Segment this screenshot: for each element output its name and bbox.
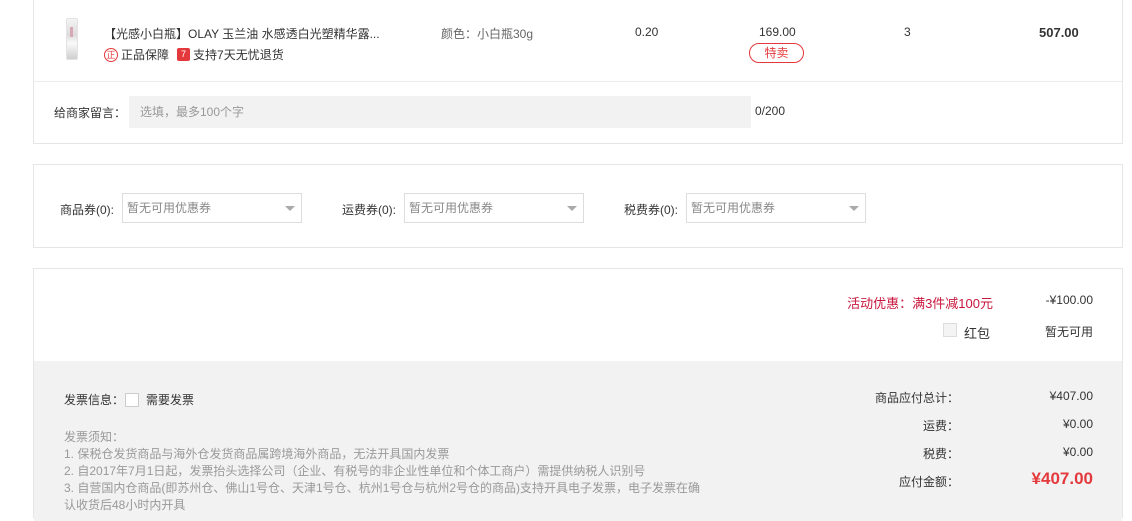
- genuine-icon: 正: [104, 47, 118, 62]
- seven-day-return-icon: 7: [177, 48, 191, 61]
- invoice-note-line: 2. 自2017年7月1日起，发票抬头选择公司（企业、有税号的非企业性单位和个体…: [64, 464, 646, 478]
- service-badges: 正 正品保障 7 支持7天无忧退货: [104, 46, 284, 63]
- hongbao-checkbox[interactable]: [943, 323, 957, 337]
- activity-discount-label: 活动优惠：满3件减100元: [847, 296, 993, 311]
- payable-amount: ¥407.00: [1031, 469, 1093, 488]
- invoice-note-line: 1. 保税仓发货商品与海外仓发货商品属跨境海外商品，无法开具国内发票: [64, 447, 450, 461]
- message-input[interactable]: [129, 96, 751, 128]
- hongbao-label: 红包: [964, 326, 991, 341]
- tax-coupon-value: 暂无可用优惠券: [691, 201, 776, 215]
- invoice-notes: 发票须知： 1. 保税仓发货商品与海外仓发货商品属跨境海外商品，无法开具国内发票…: [64, 429, 700, 514]
- tax-label: 税费：: [922, 447, 959, 461]
- message-label: 给商家留言：: [54, 106, 127, 120]
- hongbao-value: 暂无可用: [1044, 325, 1093, 339]
- shipping-label: 运费：: [922, 419, 959, 433]
- payable-label: 应付金额：: [898, 475, 959, 489]
- invoice-note-line: 发票须知：: [64, 430, 125, 444]
- product-unit-price: 169.00: [759, 25, 796, 39]
- chevron-down-icon: [567, 206, 577, 211]
- shipping-coupon-select[interactable]: 暂无可用优惠券: [404, 193, 584, 223]
- chevron-down-icon: [849, 206, 859, 211]
- return-label: 支持7天无忧退货: [193, 48, 284, 62]
- order-item-panel: 【光感小白瓶】OLAY 玉兰油 水感透白光塑精华露... 正 正品保障 7 支持…: [33, 0, 1123, 144]
- divider: [34, 81, 1122, 82]
- product-subtotal: 507.00: [1039, 25, 1079, 40]
- chevron-down-icon: [285, 206, 295, 211]
- product-attribute: 颜色：小白瓶30g: [441, 27, 534, 41]
- shipping-coupon-label: 运费券(0):: [342, 203, 397, 217]
- invoice-need-label[interactable]: 需要发票: [146, 391, 194, 408]
- goods-coupon-value: 暂无可用优惠券: [127, 201, 212, 215]
- product-quantity: 3: [904, 25, 911, 39]
- product-name-link[interactable]: 【光感小白瓶】OLAY 玉兰油 水感透白光塑精华露...: [104, 25, 404, 42]
- summary-panel: 活动优惠：满3件减100元 -¥100.00 红包 暂无可用 发票信息： 需要发…: [33, 268, 1123, 521]
- goods-coupon-select[interactable]: 暂无可用优惠券: [122, 193, 302, 223]
- genuine-label: 正品保障: [121, 48, 170, 62]
- goods-coupon-label: 商品券(0):: [60, 203, 115, 217]
- invoice-label: 发票信息：: [64, 393, 125, 407]
- tax-coupon-label: 税费券(0):: [624, 203, 679, 217]
- product-thumbnail[interactable]: [66, 18, 78, 60]
- shipping-coupon-value: 暂无可用优惠券: [409, 201, 494, 215]
- tax-coupon-select[interactable]: 暂无可用优惠券: [686, 193, 866, 223]
- goods-total-value: ¥407.00: [1049, 389, 1093, 403]
- message-counter: 0/200: [755, 104, 786, 118]
- product-tax: 0.20: [635, 25, 659, 39]
- shipping-value: ¥0.00: [1062, 417, 1093, 431]
- coupon-panel: 商品券(0): 暂无可用优惠券 运费券(0): 暂无可用优惠券 税费券(0): …: [33, 164, 1123, 248]
- invoice-checkbox[interactable]: [125, 393, 139, 407]
- activity-discount-amount: -¥100.00: [1045, 293, 1093, 307]
- goods-total-label: 商品应付总计：: [874, 391, 959, 405]
- invoice-note-line: 3. 自营国内仓商品(即苏州仓、佛山1号仓、天津1号仓、杭州1号仓与杭州2号仓的…: [64, 481, 701, 495]
- tax-value: ¥0.00: [1062, 445, 1093, 459]
- promo-tag: 特卖: [749, 43, 804, 63]
